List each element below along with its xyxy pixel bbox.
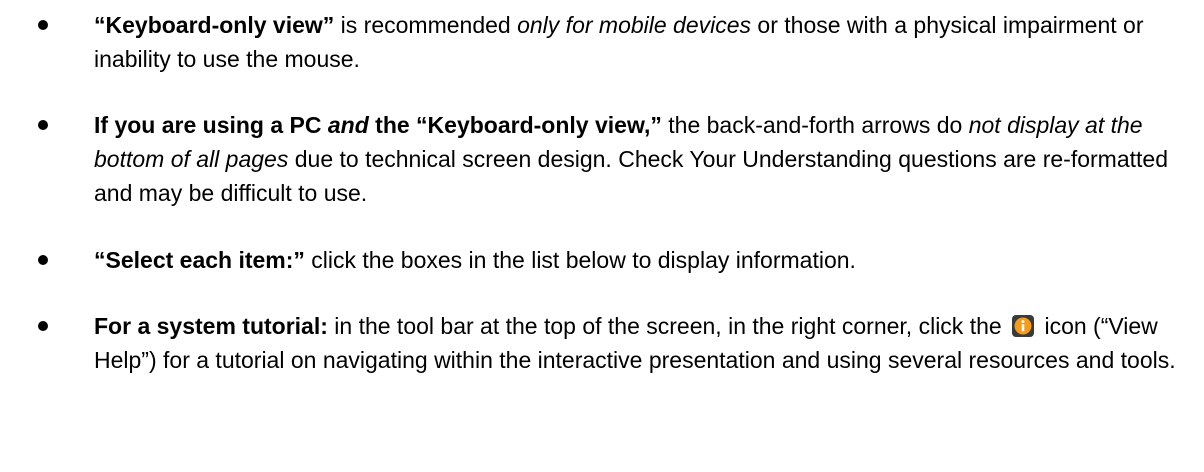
text-segment: the back-and-forth arrows do [661, 112, 969, 138]
text-segment: and [327, 112, 369, 138]
system-tutorial-note: For a system tutorial: in the tool bar a… [38, 309, 1194, 377]
bullet-dot [38, 255, 48, 265]
text-segment: If you are using a PC [94, 112, 328, 138]
keyboard-only-view-note: “Keyboard-only view” is recommended only… [38, 8, 1194, 76]
pc-keyboard-view-note: If you are using a PC and the “Keyboard-… [38, 108, 1194, 210]
text-segment: For a system tutorial: [94, 313, 328, 339]
text-segment: in the tool bar at the top of the screen… [327, 313, 1009, 339]
select-each-item-note: “Select each item:” click the boxes in t… [38, 243, 1194, 277]
text-segment: “Select each item:” [94, 247, 305, 273]
bullet-dot [38, 321, 48, 331]
text-segment: only for mobile devices [517, 12, 752, 38]
text-segment: the “Keyboard-only view,” [368, 112, 662, 138]
info-icon [1012, 315, 1035, 337]
text-segment: “Keyboard-only view” [94, 12, 335, 38]
instructions-page: “Keyboard-only view” is recommended only… [0, 0, 1204, 472]
bullet-dot [38, 20, 48, 30]
instructions-list: “Keyboard-only view” is recommended only… [38, 8, 1194, 377]
text-segment: is recommended [334, 12, 518, 38]
text-segment: click the boxes in the list below to dis… [304, 247, 856, 273]
bullet-dot [38, 120, 48, 130]
